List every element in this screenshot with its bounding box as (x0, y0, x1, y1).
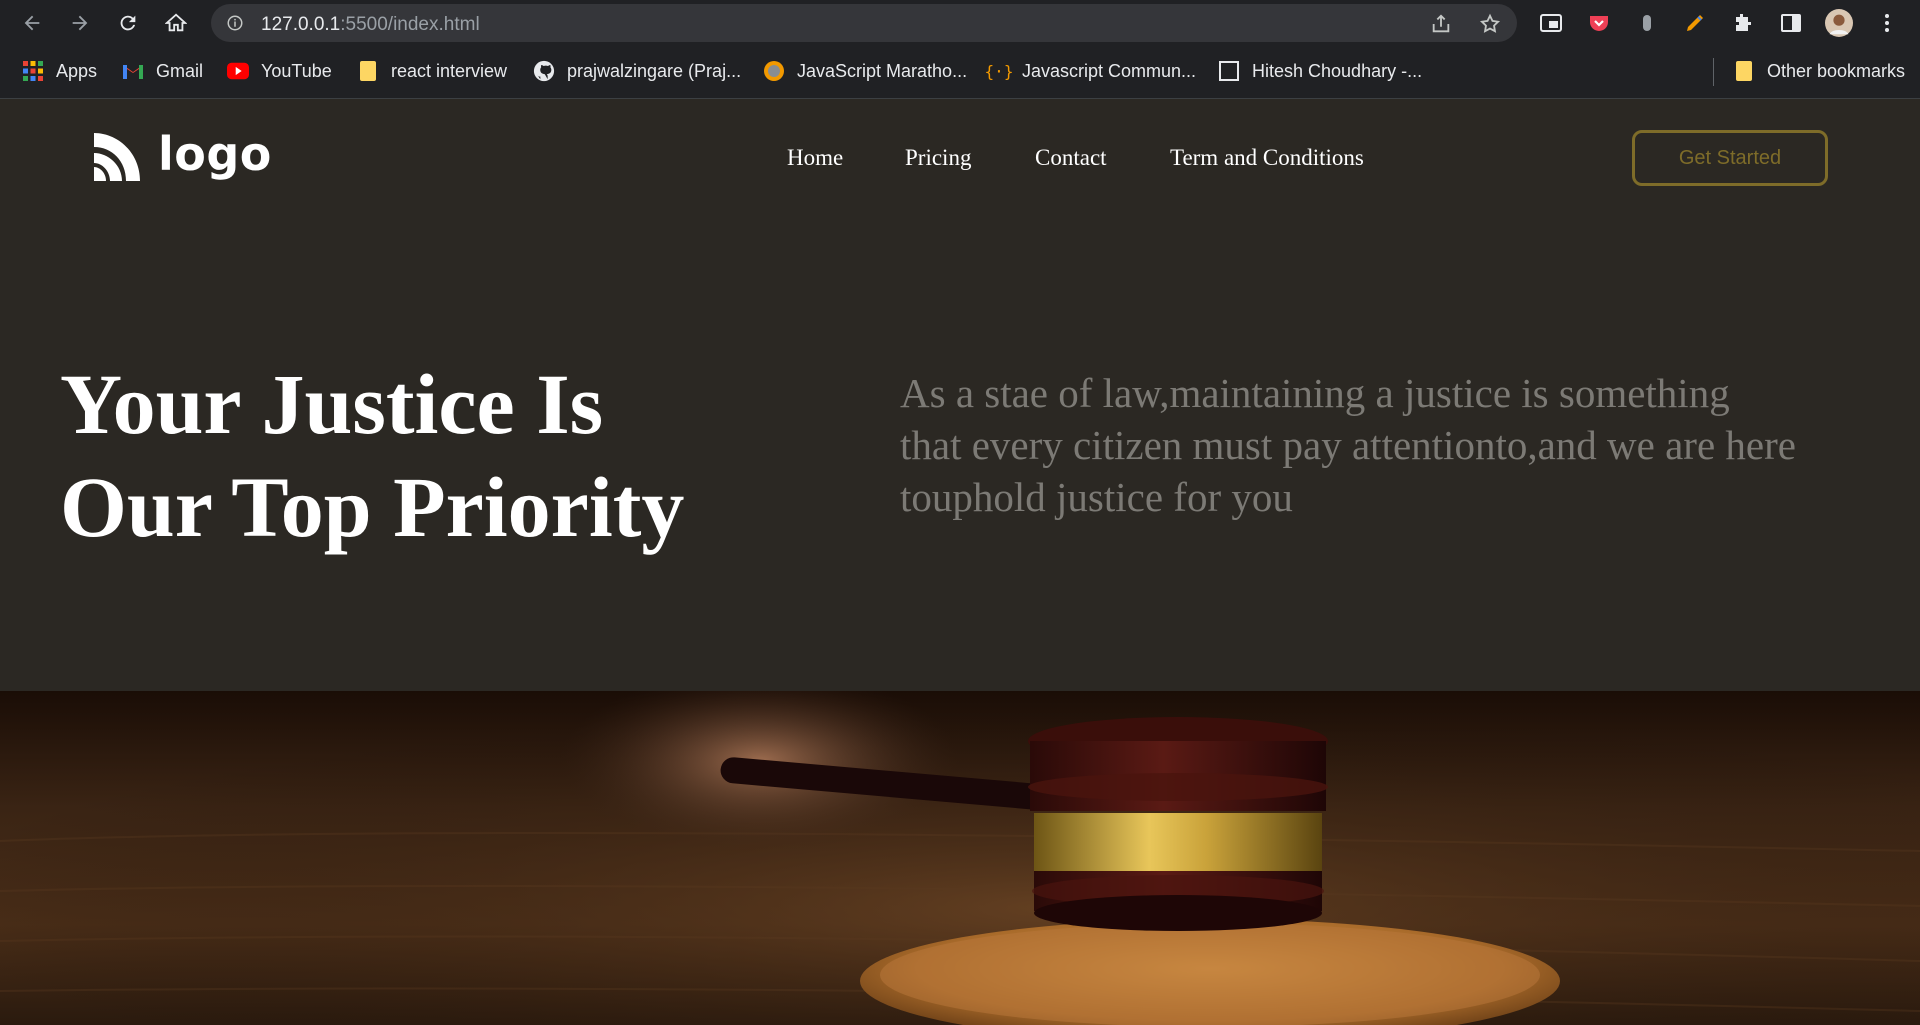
site-icon (763, 60, 785, 82)
reload-icon[interactable] (112, 7, 144, 39)
site-logo[interactable]: logo (88, 127, 272, 185)
url-host: 127.0.0.1 (261, 14, 341, 35)
puzzle-extensions-icon[interactable] (1729, 9, 1757, 37)
bookmark-javascript-marathon[interactable]: JavaScript Maratho... (763, 59, 967, 83)
bookmark-label: JavaScript Maratho... (797, 60, 968, 81)
url-path: :5500/index.html (340, 14, 480, 35)
browser-toolbar: 127.0.0.1:5500/index.html (0, 0, 1920, 46)
bookmark-label: Hitesh Choudhary -... (1252, 60, 1423, 81)
picture-in-picture-icon[interactable] (1537, 9, 1565, 37)
logo-mark-icon (94, 133, 140, 181)
hero-title: Your Justice Is Our Top Priority (60, 356, 685, 555)
address-bar[interactable]: 127.0.0.1:5500/index.html (211, 4, 1517, 42)
menu-kebab-icon[interactable] (1873, 9, 1901, 37)
bookmark-github[interactable]: prajwalzingare (Praj... (533, 59, 741, 83)
youtube-icon (227, 60, 249, 82)
bookmark-label: Apps (56, 60, 98, 81)
gmail-icon (122, 60, 144, 82)
profile-avatar-icon[interactable] (1825, 9, 1853, 37)
nav-link-home[interactable]: Home (787, 145, 843, 171)
logo-text: logo (158, 127, 272, 181)
color-picker-icon[interactable] (1681, 9, 1709, 37)
forward-arrow-icon[interactable] (64, 7, 96, 39)
get-started-button[interactable]: Get Started (1632, 130, 1828, 186)
star-bookmark-icon[interactable] (1479, 13, 1501, 35)
nav-link-pricing[interactable]: Pricing (905, 145, 971, 171)
bookmark-label: Other bookmarks (1767, 60, 1906, 81)
gavel-hero-image (0, 691, 1920, 1025)
bookmark-label: Javascript Commun... (1022, 60, 1197, 81)
bookmark-youtube[interactable]: YouTube (227, 59, 332, 83)
webpage: logo Home Pricing Contact Term and Condi… (0, 99, 1920, 1025)
bookmark-label: prajwalzingare (Praj... (567, 60, 742, 81)
url-text: 127.0.0.1:5500/index.html (261, 14, 480, 36)
bookmark-hitesh[interactable]: Hitesh Choudhary -... (1218, 59, 1422, 83)
bookmarks-divider (1713, 58, 1714, 86)
extension-mic-icon[interactable] (1633, 9, 1661, 37)
share-icon[interactable] (1430, 13, 1452, 35)
bookmark-apps[interactable]: Apps (22, 59, 97, 83)
nav-link-contact[interactable]: Contact (1035, 145, 1107, 171)
bookmark-other[interactable]: Other bookmarks (1733, 59, 1905, 83)
code-braces-icon: {·} (984, 61, 1014, 81)
nav-link-terms[interactable]: Term and Conditions (1170, 145, 1364, 171)
folder-icon (357, 60, 379, 82)
bookmark-react-interview[interactable]: react interview (357, 59, 507, 83)
bookmark-javascript-community[interactable]: {·} Javascript Commun... (984, 59, 1197, 83)
github-icon (533, 60, 555, 82)
pocket-icon[interactable] (1585, 9, 1613, 37)
bookmark-gmail[interactable]: Gmail (122, 59, 203, 83)
side-panel-icon[interactable] (1777, 9, 1805, 37)
bookmark-label: react interview (391, 60, 508, 81)
folder-icon (1733, 60, 1755, 82)
bookmark-label: Gmail (156, 60, 204, 81)
apps-grid-icon (22, 60, 44, 82)
page-icon (1218, 60, 1240, 82)
hero-description: As a stae of law,maintaining a justice i… (900, 370, 1796, 520)
home-icon[interactable] (160, 7, 192, 39)
site-info-icon[interactable] (225, 13, 245, 33)
bookmark-label: YouTube (261, 60, 332, 81)
bookmarks-bar: Apps Gmail YouTube react interview prajw… (0, 46, 1920, 99)
back-arrow-icon[interactable] (16, 7, 48, 39)
